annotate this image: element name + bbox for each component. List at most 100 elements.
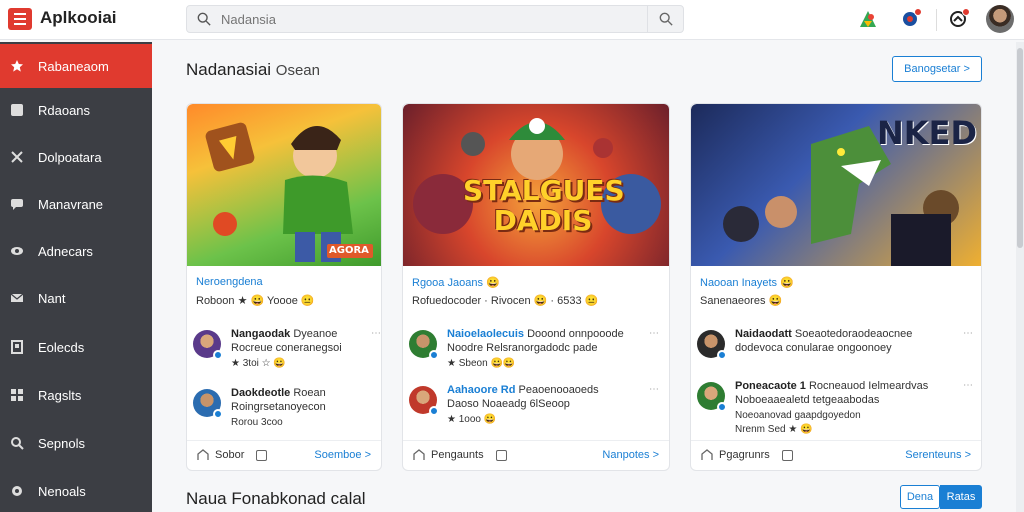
- review-meta: Roean: [293, 387, 326, 399]
- card-footer: Sobor Soemboe >: [187, 440, 381, 470]
- filter-button[interactable]: Dena: [900, 485, 940, 509]
- share-button[interactable]: Pengaunts: [413, 449, 507, 461]
- user-avatar[interactable]: [986, 5, 1014, 33]
- game-thumbnail[interactable]: AGORA: [187, 104, 381, 266]
- sidebar-item-3[interactable]: Manavrane: [0, 182, 152, 226]
- reviewer-name[interactable]: Nangaodak: [231, 328, 290, 340]
- envelope-icon: [9, 290, 25, 306]
- card-heading[interactable]: Naooan Inayets 😀: [700, 276, 794, 289]
- more-icon[interactable]: ⋯: [371, 328, 381, 339]
- reviewer-name[interactable]: Naidaodatt: [735, 328, 792, 340]
- sidebar: Rabaneaom Rdaoans Dolpoatara Manavrane A…: [0, 42, 152, 512]
- search-input[interactable]: [221, 10, 621, 28]
- share-label: Pengaunts: [431, 449, 484, 461]
- review-header: Poneacaote 1 Rocneauod Ielmeardvas: [735, 380, 928, 392]
- share-label: Sobor: [215, 449, 245, 461]
- see-more-link[interactable]: Soemboe >: [314, 449, 371, 461]
- review-text: Roingrsetanoyecon: [231, 401, 326, 413]
- game-title: AGORA: [329, 245, 369, 256]
- divider: [936, 9, 937, 31]
- search-button[interactable]: [647, 6, 683, 32]
- sidebar-item-label: Rdaoans: [38, 102, 91, 118]
- sidebar-item-label: Adnecars: [38, 243, 93, 259]
- share-button[interactable]: Sobor: [197, 449, 268, 461]
- bookmark-icon[interactable]: [781, 449, 793, 461]
- card-subtitle: Sanenaeores 😀: [700, 295, 783, 307]
- review-meta: Soeaotedoraodeaocnee: [794, 328, 913, 340]
- section-subtitle: Osean: [275, 62, 320, 79]
- see-more-link[interactable]: Nanpotes >: [602, 449, 659, 461]
- sidebar-item-7[interactable]: Ragslts: [0, 373, 152, 417]
- chat-icon: [9, 196, 25, 212]
- messages-icon[interactable]: [946, 7, 970, 31]
- review-text: dodevoca conularae ongoonoey: [735, 342, 892, 354]
- reviewer-name[interactable]: Poneacaote 1: [735, 380, 806, 392]
- messages-badge: [962, 8, 970, 16]
- search-bar[interactable]: [186, 5, 684, 33]
- share-icon: [701, 449, 713, 460]
- see-more-link[interactable]: Serenteuns >: [905, 449, 971, 461]
- game-card[interactable]: STALGUES DADIS Rgooa Jaoans 😀 Rofuedocod…: [402, 103, 670, 471]
- game-art: [205, 122, 373, 262]
- game-card[interactable]: AGORA Neroengdena Roboon ★ 😀 Yoooe 😐 Nan…: [186, 103, 382, 471]
- search-icon: [659, 12, 673, 26]
- bookmark-icon[interactable]: [256, 449, 268, 461]
- sidebar-item-5[interactable]: Nant: [0, 276, 152, 320]
- review-meta: Dyeanoe: [293, 328, 338, 340]
- review-text: Noodre Relsranorgadodc pade: [447, 342, 598, 354]
- avatar[interactable]: [409, 386, 439, 416]
- reviewer-name[interactable]: Aahaoore Rd: [447, 384, 515, 396]
- review-text: Noeoanovad gaapdgoyedon: [735, 410, 861, 421]
- page-title: Nadanasiai Osean: [186, 60, 320, 80]
- avatar[interactable]: [697, 382, 727, 412]
- game-card[interactable]: NKED Naooan Inayets 😀 Sanenaeores 😀 Naid…: [690, 103, 982, 471]
- sidebar-item-1[interactable]: Rdaoans: [0, 88, 152, 132]
- sidebar-item-2[interactable]: Dolpoatara: [0, 135, 152, 179]
- game-thumbnail[interactable]: STALGUES DADIS: [403, 104, 669, 266]
- manage-button[interactable]: Banogsetar >: [892, 56, 982, 82]
- menu-button[interactable]: [8, 8, 32, 30]
- card-heading[interactable]: Rgooa Jaoans 😀: [412, 276, 500, 289]
- more-icon[interactable]: ⋯: [963, 380, 973, 391]
- review-header: Aahaoore Rd Peaoenooaoeds: [447, 384, 599, 396]
- play-store-icon[interactable]: [856, 7, 880, 31]
- card-subtitle: Rofuedocoder · Rivocen 😀 · 6533 😐: [412, 295, 599, 307]
- app-logo: Aplkooiai: [40, 8, 117, 27]
- review-header: Daokdeotle Roean: [231, 387, 326, 399]
- avatar[interactable]: [697, 330, 727, 360]
- sidebar-item-4[interactable]: Adnecars: [0, 229, 152, 273]
- avatar[interactable]: [193, 330, 223, 360]
- share-button[interactable]: Pgagrunrs: [701, 449, 793, 461]
- scrollbar-thumb[interactable]: [1017, 48, 1023, 248]
- sidebar-item-9[interactable]: Nenoals: [0, 469, 152, 512]
- avatar[interactable]: [409, 330, 439, 360]
- star-icon: [9, 58, 25, 74]
- reviewer-name[interactable]: Daokdeotle: [231, 387, 290, 399]
- game-thumbnail[interactable]: NKED: [691, 104, 981, 266]
- notification-bell-icon[interactable]: [898, 7, 922, 31]
- more-icon[interactable]: ⋯: [963, 328, 973, 339]
- bookmark-icon[interactable]: [495, 449, 507, 461]
- review-text: Daoso Noaeadg 6lSeoop: [447, 398, 570, 410]
- sidebar-item-label: Sepnols: [38, 435, 85, 451]
- top-bar: Aplkooiai: [0, 0, 1024, 40]
- card-footer: Pengaunts Nanpotes >: [403, 440, 669, 470]
- more-icon[interactable]: ⋯: [649, 384, 659, 395]
- reviewer-name[interactable]: Naioelaolecuis: [447, 328, 524, 340]
- share-label: Pgagrunrs: [719, 449, 770, 461]
- card-heading[interactable]: Neroengdena: [196, 276, 263, 288]
- sidebar-item-0[interactable]: Rabaneaom: [0, 44, 152, 88]
- sidebar-item-label: Nenoals: [38, 483, 86, 499]
- sort-button[interactable]: Ratas: [940, 485, 982, 509]
- sidebar-item-6[interactable]: Eolecds: [0, 325, 152, 369]
- review-meta: Rocneauod Ielmeardvas: [808, 380, 929, 392]
- scrollbar[interactable]: [1016, 42, 1024, 512]
- more-icon[interactable]: ⋯: [649, 328, 659, 339]
- review-rating: ★ 1ooo 😀: [447, 414, 497, 425]
- sidebar-item-label: Dolpoatara: [38, 149, 102, 165]
- section-title: Naua Fonabkonad calal: [186, 489, 366, 508]
- search-icon: [197, 12, 211, 26]
- sidebar-item-8[interactable]: Sepnols: [0, 421, 152, 465]
- review-header: Nangaodak Dyeanoe: [231, 328, 337, 340]
- avatar[interactable]: [193, 389, 223, 419]
